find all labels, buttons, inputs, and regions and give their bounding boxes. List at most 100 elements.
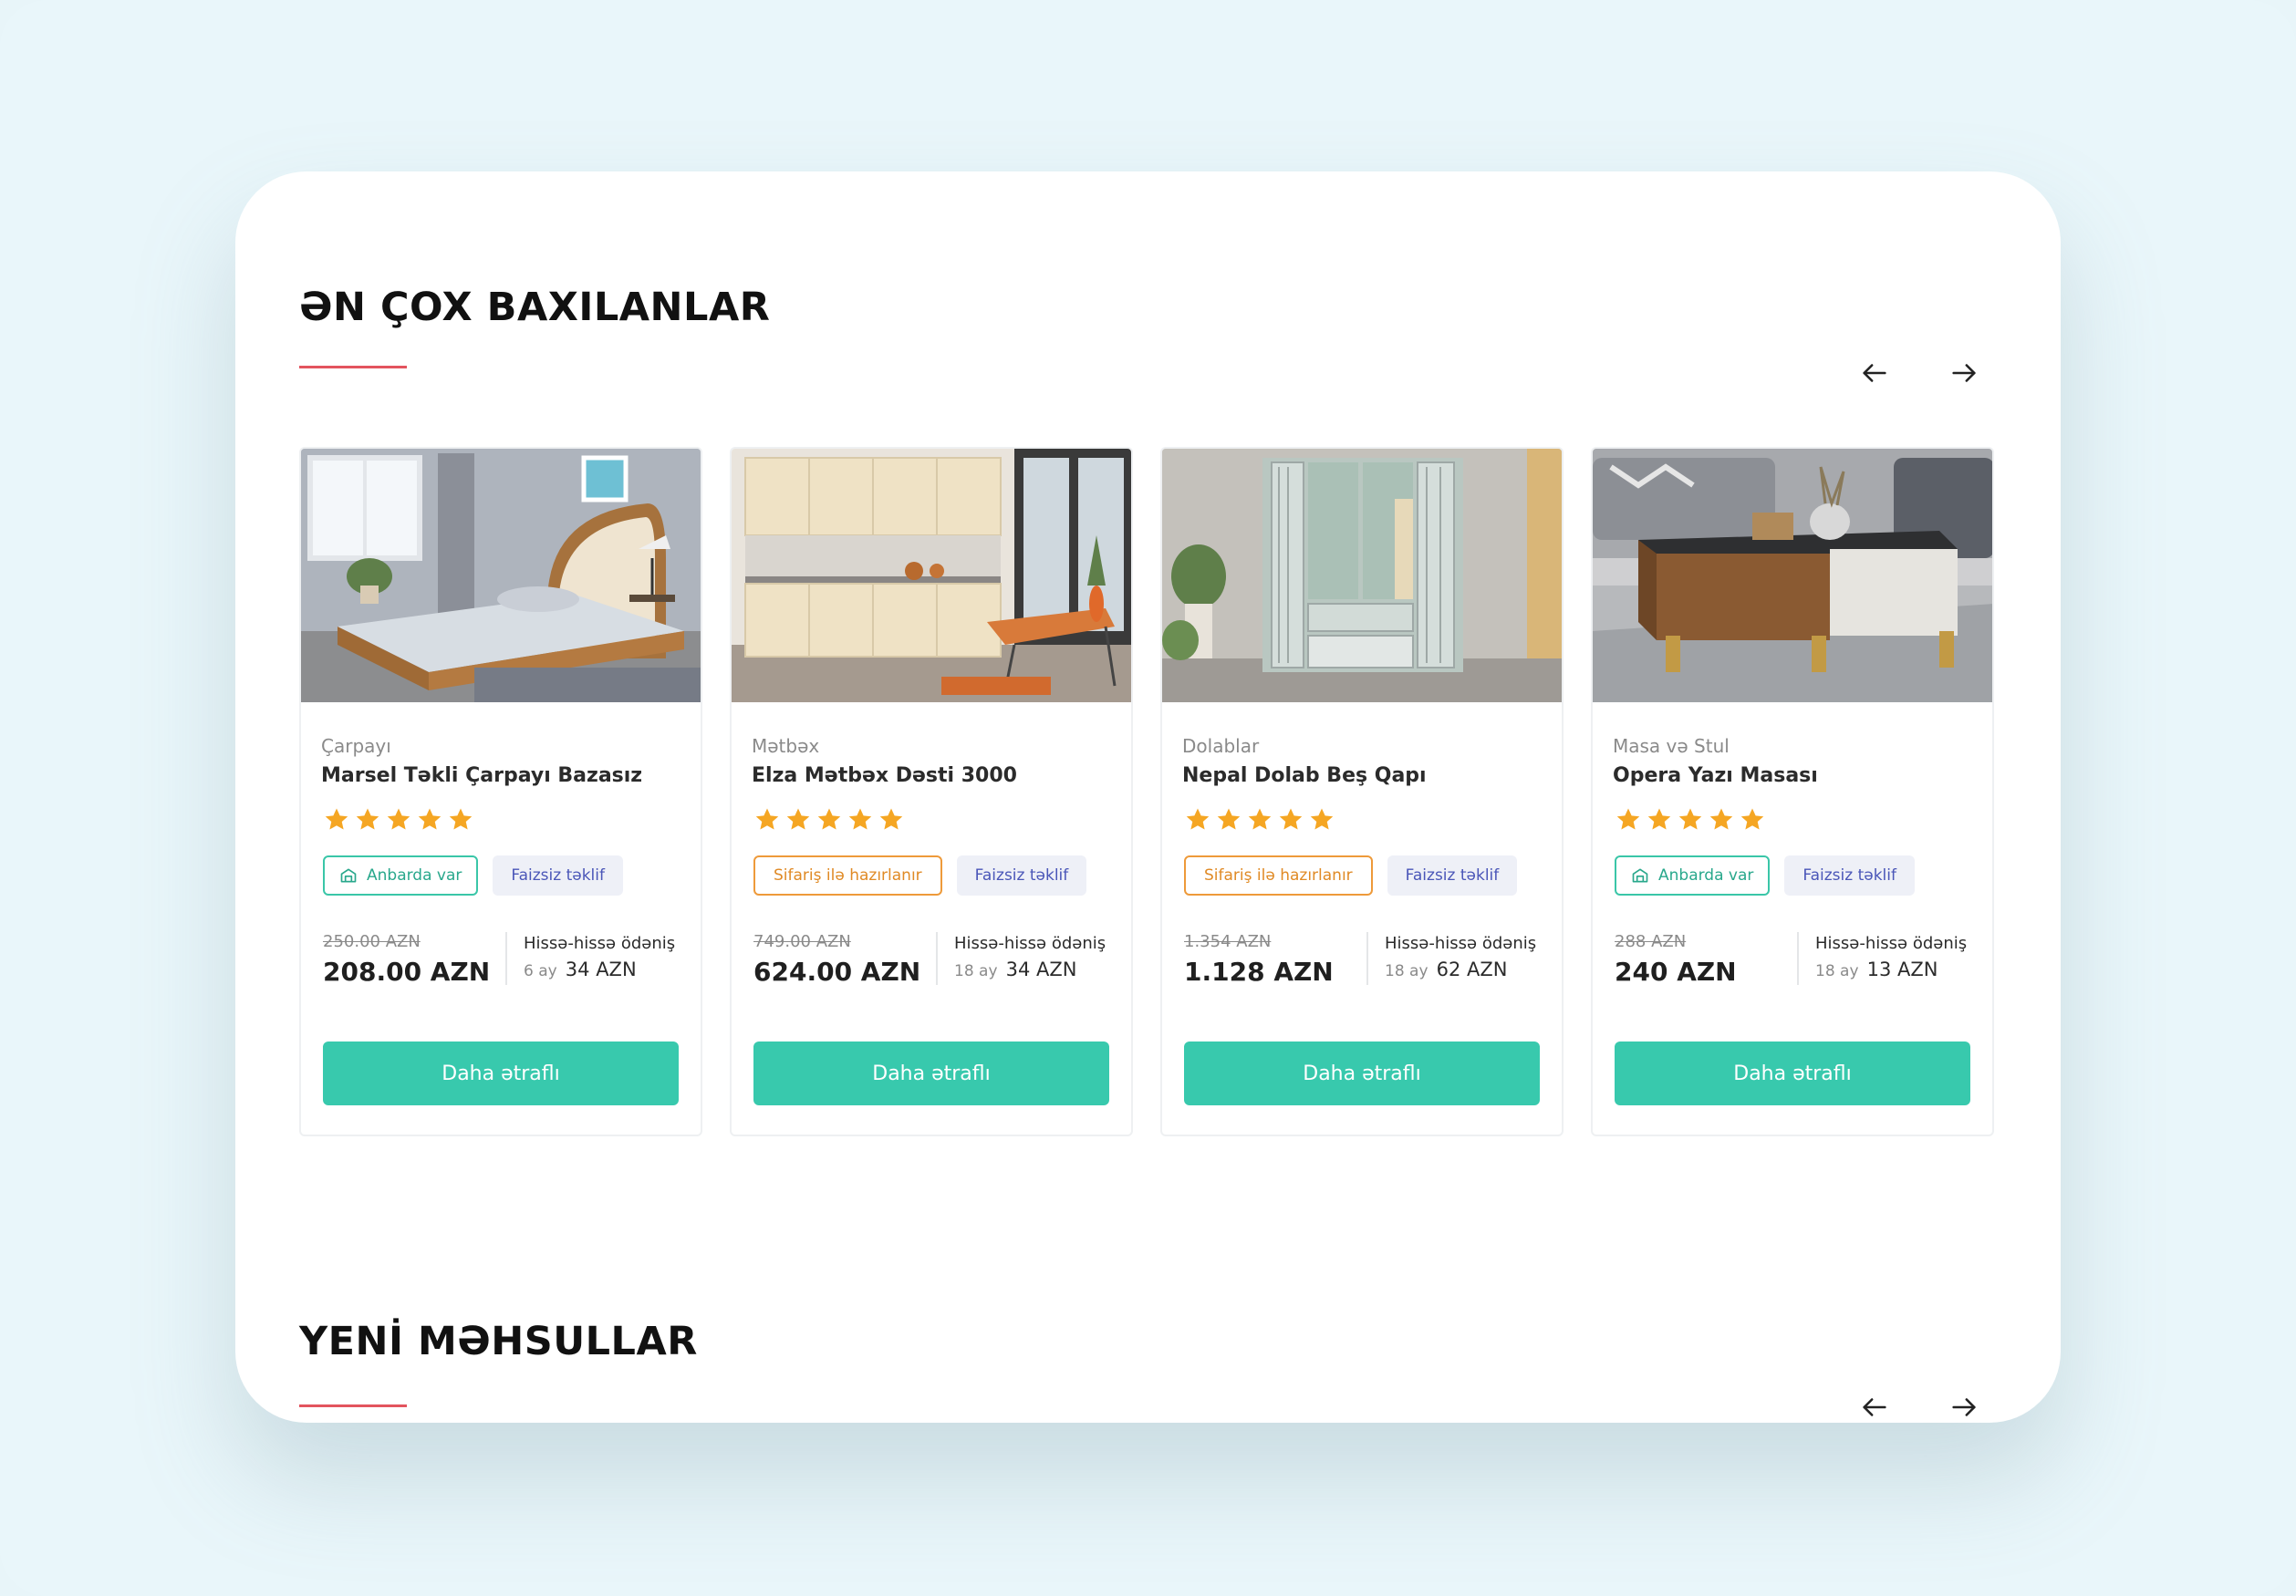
current-price: 1.128 AZN — [1184, 957, 1334, 987]
availability-text: Anbarda var — [1658, 866, 1754, 885]
bed-photo — [301, 449, 701, 702]
installment-info: Hissə-hissə ödəniş 6 ay 34 AZN — [524, 934, 675, 980]
product-image[interactable] — [732, 449, 1131, 702]
installment-amount: 13 AZN — [1866, 959, 1938, 980]
rating-stars — [753, 806, 905, 834]
wardrobe-photo — [1162, 449, 1562, 702]
price-block: 1.354 AZN 1.128 AZN — [1184, 932, 1334, 987]
content-panel: ƏN ÇOX BAXILANLAR Çarpayı Marsel Təkli Ç… — [235, 171, 2061, 1423]
price-divider — [505, 932, 507, 985]
product-category: Dolablar — [1182, 735, 1260, 757]
installment-months: 18 ay — [1385, 962, 1429, 980]
star-icon — [755, 808, 779, 830]
badges: Sifariş ilə hazırlanır Faizsiz təklif — [753, 855, 1087, 896]
star-icon — [387, 808, 410, 830]
section-title-most-viewed: ƏN ÇOX BAXILANLAR — [299, 285, 771, 330]
availability-text: Anbarda var — [367, 866, 462, 885]
installment-title: Hissə-hissə ödəniş — [954, 934, 1106, 953]
arrow-right-icon — [1952, 1398, 1976, 1416]
rating-stars — [1184, 806, 1335, 834]
star-icon — [848, 808, 872, 830]
carousel-next-button[interactable] — [1939, 1383, 1989, 1423]
installment-months: 6 ay — [524, 962, 557, 980]
star-icon — [1279, 808, 1303, 830]
installment-months: 18 ay — [1815, 962, 1859, 980]
carousel-prev-button[interactable] — [1850, 1383, 1899, 1423]
more-details-button[interactable]: Daha ətraflı — [753, 1042, 1109, 1105]
section-title-underline — [299, 366, 407, 368]
availability-badge: Anbarda var — [323, 855, 479, 896]
installment-info: Hissə-hissə ödəniş 18 ay 62 AZN — [1385, 934, 1536, 980]
product-card[interactable]: Çarpayı Marsel Təkli Çarpayı Bazasız Anb… — [299, 447, 702, 1136]
star-icon — [1678, 808, 1702, 830]
badges: Sifariş ilə hazırlanır Faizsiz təklif — [1184, 855, 1518, 896]
rating-stars — [323, 806, 474, 834]
arrow-left-icon — [1863, 1398, 1886, 1416]
price-divider — [1366, 932, 1368, 985]
product-name[interactable]: Elza Mətbəx Dəsti 3000 — [752, 764, 1017, 787]
price-divider — [1797, 932, 1799, 985]
more-details-button[interactable]: Daha ətraflı — [323, 1042, 679, 1105]
old-price: 288 AZN — [1615, 932, 1687, 951]
star-icon — [1616, 808, 1640, 830]
badges: Anbarda var Faizsiz təklif — [323, 855, 623, 896]
star-icon — [325, 808, 348, 830]
star-icon — [1709, 808, 1733, 830]
table-photo — [1593, 449, 1992, 702]
product-name[interactable]: Opera Yazı Masası — [1613, 764, 1818, 787]
offer-badge: Faizsiz təklif — [1784, 855, 1915, 896]
product-card[interactable]: Masa və Stul Opera Yazı Masası Anbarda v… — [1591, 447, 1994, 1136]
carousel-prev-button[interactable] — [1850, 348, 1899, 398]
availability-badge: Anbarda var — [1615, 855, 1771, 896]
star-icon — [1310, 808, 1334, 830]
installment-months: 18 ay — [954, 962, 998, 980]
product-category: Mətbəx — [752, 735, 820, 757]
star-icon — [356, 808, 379, 830]
carousel-next-button[interactable] — [1939, 348, 1989, 398]
product-carousel: Çarpayı Marsel Təkli Çarpayı Bazasız Anb… — [299, 447, 1996, 1140]
product-image[interactable] — [1162, 449, 1562, 702]
installment-title: Hissə-hissə ödəniş — [1815, 934, 1968, 953]
price-block: 250.00 AZN 208.00 AZN — [323, 932, 490, 987]
product-name[interactable]: Marsel Təkli Çarpayı Bazasız — [321, 764, 642, 787]
star-icon — [817, 808, 841, 830]
price-block: 749.00 AZN 624.00 AZN — [753, 932, 920, 987]
star-icon — [449, 808, 473, 830]
installment-info: Hissə-hissə ödəniş 18 ay 13 AZN — [1815, 934, 1967, 980]
product-name[interactable]: Nepal Dolab Beş Qapı — [1182, 764, 1427, 787]
product-category: Çarpayı — [321, 735, 391, 757]
installment-title: Hissə-hissə ödəniş — [1385, 934, 1537, 953]
old-price: 749.00 AZN — [753, 932, 851, 951]
current-price: 240 AZN — [1615, 957, 1737, 987]
star-icon — [1647, 808, 1671, 830]
price-divider — [936, 932, 938, 985]
installment-amount: 62 AZN — [1436, 959, 1508, 980]
star-icon — [1740, 808, 1764, 830]
installment-title: Hissə-hissə ödəniş — [524, 934, 676, 953]
star-icon — [1248, 808, 1272, 830]
product-card[interactable]: Dolablar Nepal Dolab Beş Qapı Sifariş il… — [1160, 447, 1564, 1136]
old-price: 250.00 AZN — [323, 932, 421, 951]
more-details-button[interactable]: Daha ətraflı — [1184, 1042, 1540, 1105]
offer-badge: Faizsiz təklif — [493, 855, 623, 896]
product-image[interactable] — [1593, 449, 1992, 702]
product-card[interactable]: Mətbəx Elza Mətbəx Dəsti 3000 Sifariş il… — [730, 447, 1133, 1136]
product-category: Masa və Stul — [1613, 735, 1730, 757]
old-price: 1.354 AZN — [1184, 932, 1272, 951]
page-background: ƏN ÇOX BAXILANLAR Çarpayı Marsel Təkli Ç… — [0, 0, 2296, 1596]
availability-badge: Sifariş ilə hazırlanır — [753, 855, 942, 896]
star-icon — [1217, 808, 1241, 830]
price-block: 288 AZN 240 AZN — [1615, 932, 1737, 987]
installment-info: Hissə-hissə ödəniş 18 ay 34 AZN — [954, 934, 1106, 980]
installment-amount: 34 AZN — [1005, 959, 1077, 980]
more-details-button[interactable]: Daha ətraflı — [1615, 1042, 1970, 1105]
arrow-left-icon — [1863, 364, 1886, 382]
star-icon — [418, 808, 442, 830]
kitchen-photo — [732, 449, 1131, 702]
product-image[interactable] — [301, 449, 701, 702]
current-price: 208.00 AZN — [323, 957, 491, 987]
section-title-underline — [299, 1404, 407, 1407]
current-price: 624.00 AZN — [753, 957, 921, 987]
offer-badge: Faizsiz təklif — [956, 855, 1087, 896]
star-icon — [879, 808, 903, 830]
